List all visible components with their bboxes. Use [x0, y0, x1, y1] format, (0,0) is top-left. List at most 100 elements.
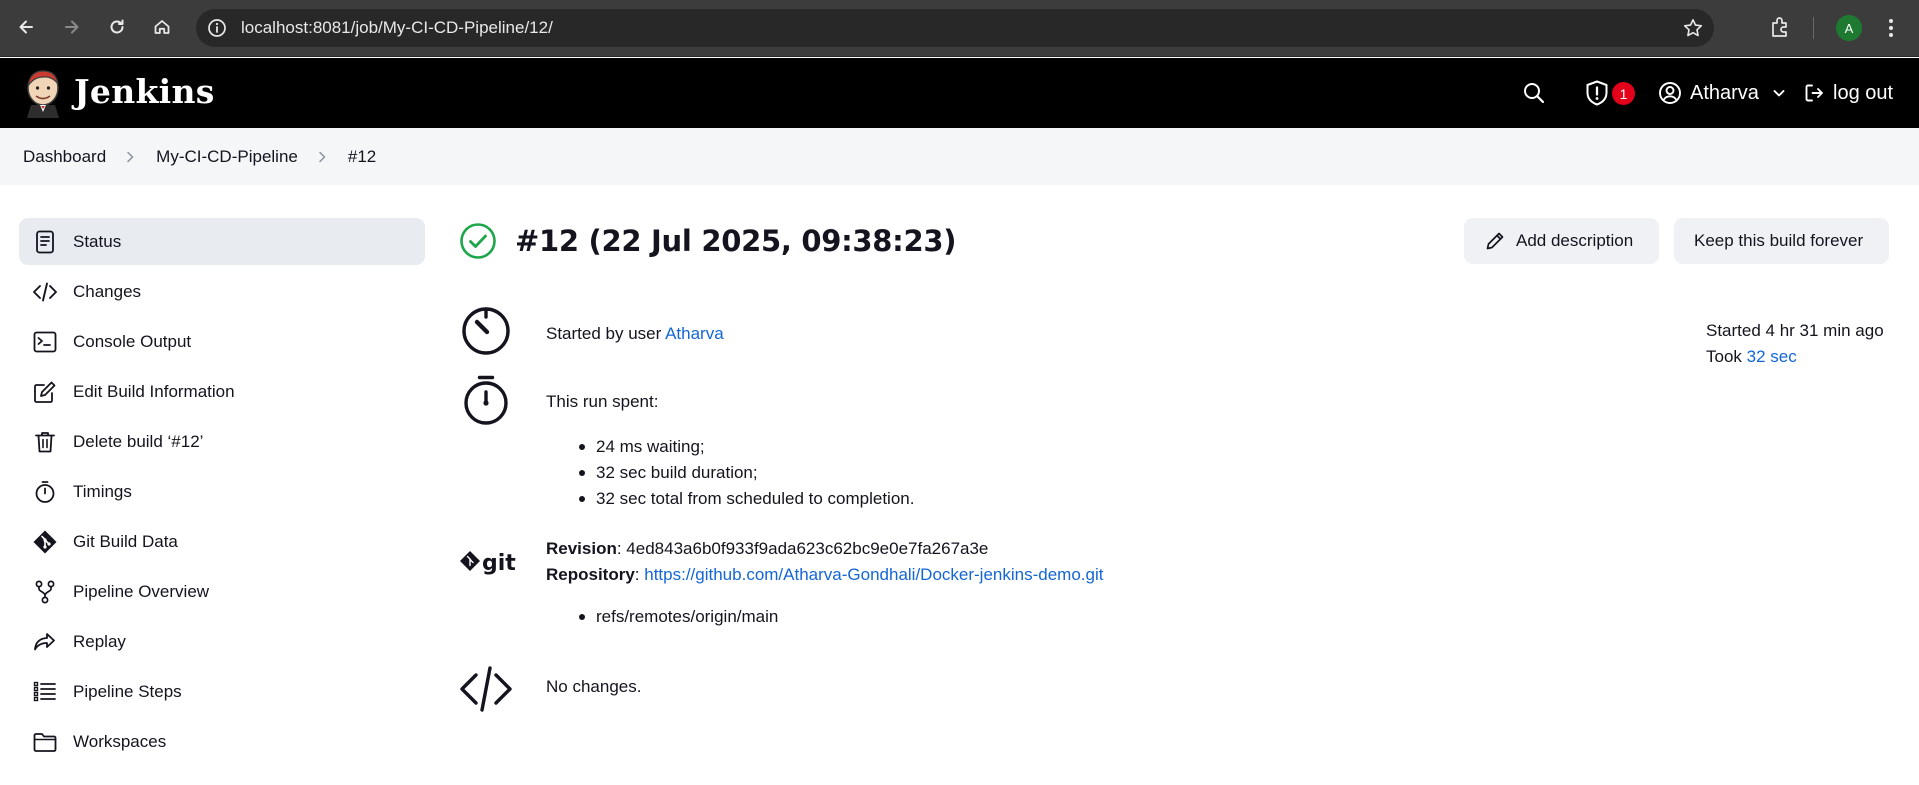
run-spent-label: This run spent: [546, 392, 659, 411]
timer-icon [462, 307, 510, 355]
sidebar-item-edit-build-information[interactable]: Edit Build Information [19, 368, 425, 415]
git-icon [32, 529, 58, 555]
folder-icon [32, 729, 58, 755]
sidebar-item-status[interactable]: Status [19, 218, 425, 265]
took-prefix: Took [1706, 347, 1747, 366]
user-menu[interactable]: Atharva [1658, 80, 1787, 106]
list-item: refs/remotes/origin/main [546, 604, 778, 630]
logout-icon [1805, 84, 1823, 102]
sidebar-item-replay[interactable]: Replay [19, 618, 425, 665]
side-panel: Status Changes Console Output Edit Build… [19, 218, 425, 768]
git-info: Revision: 4ed843a6b0f933f9ada623c62bc9e0… [546, 536, 1103, 588]
repository-line: Repository: https://github.com/Atharva-G… [546, 562, 1103, 588]
sidebar-item-delete-build[interactable]: Delete build ‘#12’ [19, 418, 425, 465]
sidebar-item-label: Timings [73, 481, 132, 501]
code-icon [32, 279, 58, 305]
stopwatch-icon [32, 479, 58, 505]
list-item: 32 sec total from scheduled to completio… [546, 486, 914, 512]
add-description-label: Add description [1516, 231, 1634, 250]
sidebar-item-console-output[interactable]: Console Output [19, 318, 425, 365]
sidebar-item-label: Pipeline Steps [73, 681, 182, 701]
sidebar-item-timings[interactable]: Timings [19, 468, 425, 515]
code-icon [460, 666, 512, 712]
edit-icon [32, 379, 58, 405]
keep-build-forever-label: Keep this build forever [1694, 231, 1864, 250]
brand-name[interactable]: Jenkins [74, 72, 215, 111]
security-shield-icon[interactable] [1584, 79, 1610, 107]
jenkins-logo[interactable] [22, 68, 64, 118]
sidebar-item-pipeline-overview[interactable]: Pipeline Overview [19, 568, 425, 615]
chevron-down-icon[interactable] [1771, 85, 1787, 101]
sidebar-item-label: Edit Build Information [73, 381, 235, 401]
took-line: Took 32 sec [1706, 344, 1884, 370]
breadcrumb-pipeline[interactable]: My-CI-CD-Pipeline [156, 147, 298, 167]
profile-avatar[interactable]: A [1836, 15, 1862, 41]
add-description-button[interactable]: Add description [1464, 218, 1659, 264]
started-by-user-link[interactable]: Atharva [665, 324, 724, 343]
reload-icon[interactable] [101, 11, 133, 43]
trash-icon [32, 429, 58, 455]
breadcrumb-dashboard[interactable]: Dashboard [23, 147, 106, 167]
sidebar-item-label: Console Output [73, 331, 192, 351]
sidebar-item-label: Changes [73, 281, 142, 301]
list-item: 32 sec build duration; [546, 460, 914, 486]
success-check-icon [460, 223, 496, 259]
toolbar-divider [1813, 17, 1814, 39]
list-icon [32, 679, 58, 705]
revision-label: Revision [546, 539, 617, 558]
status-icon [32, 229, 58, 255]
address-bar[interactable]: localhost:8081/job/My-CI-CD-Pipeline/12/ [196, 9, 1714, 47]
repository-separator: : [634, 565, 645, 584]
user-name[interactable]: Atharva [1690, 82, 1759, 105]
chevron-right-icon [319, 151, 326, 162]
sidebar-item-label: Pipeline Overview [73, 581, 210, 601]
kebab-menu-icon[interactable] [1888, 18, 1894, 38]
sidebar-item-label: Delete build ‘#12’ [73, 431, 204, 451]
run-spent-list: 24 ms waiting; 32 sec build duration; 32… [546, 434, 914, 512]
browser-toolbar: localhost:8081/job/My-CI-CD-Pipeline/12/… [0, 0, 1919, 57]
list-item: 24 ms waiting; [546, 434, 914, 460]
sidebar-item-label: Git Build Data [73, 531, 178, 551]
page-title: #12 (22 Jul 2025, 09:38:23) [515, 224, 957, 258]
sidebar-item-label: Status [73, 231, 122, 251]
keep-build-forever-button[interactable]: Keep this build forever [1674, 218, 1889, 264]
terminal-icon [32, 329, 58, 355]
sidebar-item-changes[interactable]: Changes [19, 268, 425, 315]
security-count-badge[interactable]: 1 [1612, 82, 1635, 105]
logout-link[interactable]: log out [1803, 80, 1893, 106]
url-text[interactable]: localhost:8081/job/My-CI-CD-Pipeline/12/ [241, 18, 553, 38]
replay-icon [32, 629, 58, 655]
started-by-text: Started by user Atharva [546, 324, 724, 344]
breadcrumb-build[interactable]: #12 [348, 147, 376, 167]
search-icon[interactable] [1522, 81, 1546, 105]
site-info-icon[interactable] [206, 17, 228, 39]
breadcrumb: Dashboard My-CI-CD-Pipeline #12 [0, 128, 1919, 185]
user-account-icon [1659, 82, 1681, 104]
sidebar-item-git-build-data[interactable]: Git Build Data [19, 518, 425, 565]
revision-line: Revision: 4ed843a6b0f933f9ada623c62bc9e0… [546, 536, 1103, 562]
git-logo: git [460, 551, 516, 576]
stopwatch-icon [464, 375, 508, 425]
sidebar-item-label: Replay [73, 631, 126, 651]
chevron-right-icon [127, 151, 134, 162]
sidebar-item-pipeline-steps[interactable]: Pipeline Steps [19, 668, 425, 715]
took-duration-link[interactable]: 32 sec [1747, 347, 1797, 366]
svg-text:git: git [482, 551, 516, 576]
back-icon[interactable] [10, 11, 42, 43]
branch-icon [32, 579, 58, 605]
home-icon[interactable] [146, 11, 178, 43]
logout-label[interactable]: log out [1833, 82, 1893, 105]
repository-url-link[interactable]: https://github.com/Atharva-Gondhali/Dock… [644, 565, 1103, 584]
started-ago: Started 4 hr 31 min ago [1706, 321, 1884, 340]
forward-icon[interactable] [56, 11, 88, 43]
extensions-icon[interactable] [1768, 14, 1794, 40]
build-time-summary: Started 4 hr 31 min ago Took 32 sec [1706, 318, 1884, 370]
started-by-prefix: Started by user [546, 324, 666, 343]
revision-hash: : 4ed843a6b0f933f9ada623c62bc9e0e7fa267a… [616, 539, 989, 558]
bookmark-star-icon[interactable] [1682, 17, 1704, 39]
no-changes-text: No changes. [546, 677, 642, 696]
jenkins-header: Jenkins 1 Atharva log out [0, 58, 1919, 128]
sidebar-item-workspaces[interactable]: Workspaces [19, 718, 425, 765]
pencil-icon [1486, 232, 1504, 250]
repository-label: Repository [546, 565, 635, 584]
